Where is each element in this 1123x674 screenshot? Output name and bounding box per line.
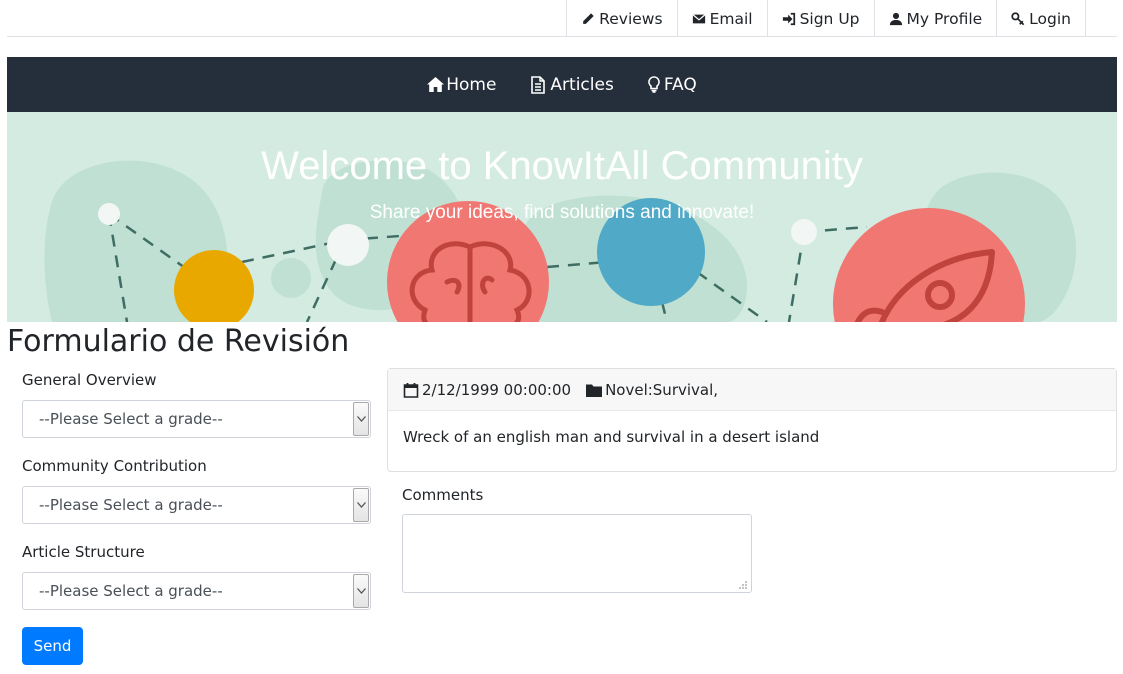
article-structure-selected-value: --Please Select a grade--: [39, 582, 223, 600]
general-overview-label: General Overview: [22, 371, 157, 389]
nav-signup-link[interactable]: Sign Up: [766, 0, 874, 37]
article-category: Novel:Survival,: [605, 380, 719, 399]
home-icon: [427, 77, 445, 92]
community-contribution-select[interactable]: --Please Select a grade--: [22, 486, 371, 524]
calendar-icon: [403, 382, 419, 398]
community-contribution-selected-value: --Please Select a grade--: [39, 496, 223, 514]
chevron-down-icon: [353, 488, 369, 522]
nav-reviews-link[interactable]: Reviews: [566, 0, 676, 37]
key-icon: [1011, 11, 1025, 25]
pencil-icon: [583, 12, 594, 24]
nav-home-link[interactable]: Home: [423, 75, 500, 95]
page-title: Formulario de Revisión: [7, 324, 350, 359]
nav-faq-label: FAQ: [663, 74, 697, 95]
article-structure-label: Article Structure: [22, 543, 145, 561]
nav-signup-label: Sign Up: [799, 9, 860, 28]
nav-reviews-label: Reviews: [599, 9, 663, 28]
file-text-icon: [531, 75, 546, 94]
article-card: 2/12/1999 00:00:00 Novel:Survival, Wreck…: [387, 368, 1117, 472]
nav-articles-label: Articles: [550, 74, 614, 95]
hero-banner: Welcome to KnowItAll Community Share you…: [7, 112, 1117, 322]
article-structure-select[interactable]: --Please Select a grade--: [22, 572, 371, 610]
general-overview-select[interactable]: --Please Select a grade--: [22, 400, 371, 438]
nav-articles-link[interactable]: Articles: [526, 75, 617, 95]
article-description: Wreck of an english man and survival in …: [403, 428, 820, 446]
hero-title: Welcome to KnowItAll Community: [261, 144, 863, 188]
nav-email-link[interactable]: Email: [676, 0, 767, 37]
general-overview-selected-value: --Please Select a grade--: [39, 410, 223, 428]
send-button[interactable]: Send: [22, 627, 83, 665]
hero-subtitle: Share your ideas, find solutions and inn…: [369, 202, 755, 223]
nav-my-profile-label: My Profile: [906, 9, 983, 28]
article-date: 2/12/1999 00:00:00: [422, 380, 572, 399]
user-icon: [889, 12, 902, 25]
top-utility-nav: Reviews Email Sign Up My Profile Login: [7, 0, 1117, 37]
nav-login-link[interactable]: Login: [996, 0, 1086, 37]
envelope-icon: [692, 13, 706, 23]
comments-label: Comments: [402, 486, 484, 504]
sign-in-icon: [782, 12, 795, 25]
nav-login-label: Login: [1029, 9, 1071, 28]
main-nav: Home Articles FAQ: [7, 57, 1117, 112]
folder-icon: [586, 384, 603, 397]
nav-faq-link[interactable]: FAQ: [644, 75, 701, 95]
chevron-down-icon: [353, 402, 369, 436]
nav-my-profile-link[interactable]: My Profile: [873, 0, 997, 37]
chevron-down-icon: [353, 574, 369, 608]
nav-email-label: Email: [709, 9, 753, 28]
article-card-header: 2/12/1999 00:00:00 Novel:Survival,: [388, 369, 1116, 411]
top-utility-nav-list: Reviews Email Sign Up My Profile Login: [566, 0, 1086, 37]
lightbulb-icon: [648, 76, 660, 93]
community-contribution-label: Community Contribution: [22, 457, 207, 475]
comments-textarea[interactable]: [402, 514, 752, 593]
nav-home-label: Home: [446, 74, 497, 95]
